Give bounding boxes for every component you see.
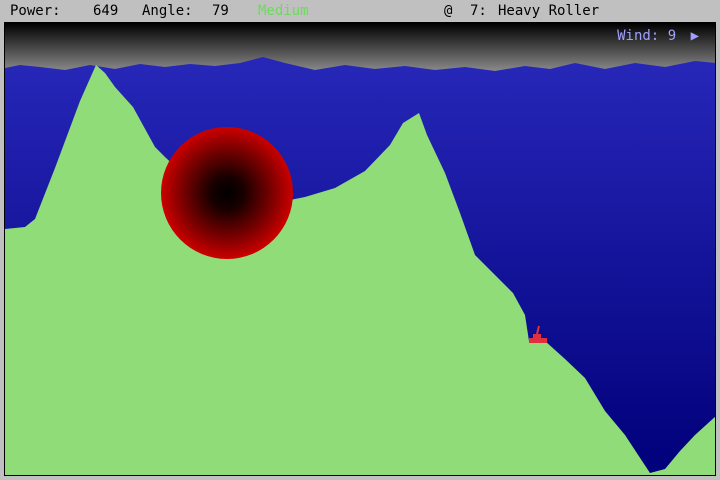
status-bar: Power: 649 Angle: 79 Medium @ 7: Heavy R… [0,0,720,22]
weapon-name[interactable]: Heavy Roller [498,0,599,22]
angle-label: Angle: [142,3,193,19]
weapon-icon: @ [444,3,453,19]
angle-value: 79 [212,3,229,19]
game-scene [5,23,715,475]
power-value: 649 [93,3,119,19]
game-playfield[interactable]: Wind: 9 ▶ [4,22,716,476]
ceiling [5,23,715,71]
wind-indicator: Wind: 9 ▶ [617,28,699,44]
weapon-slot: 7: [470,3,487,19]
wind-value: 9 [667,28,677,44]
explosion-blast [161,127,293,259]
triangle-right-icon: ▶ [690,28,699,44]
power-label: Power: [10,3,61,19]
difficulty-label: Medium [258,3,309,19]
wind-label: Wind: [617,28,660,44]
